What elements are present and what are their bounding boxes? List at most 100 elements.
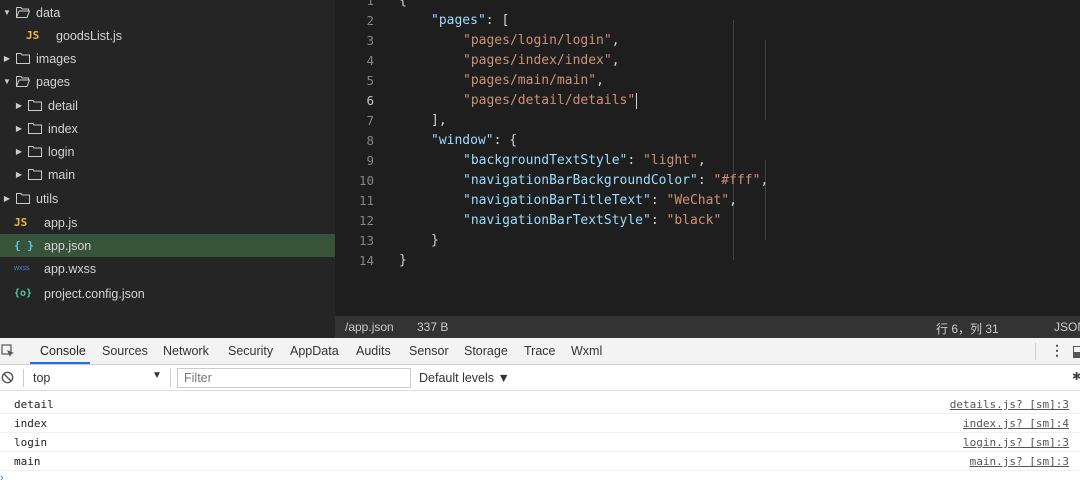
context-select[interactable]: top [33, 371, 50, 385]
json-punctuation: ], [431, 113, 447, 128]
tab-sources[interactable]: Sources [102, 344, 148, 358]
editor-status-bar: /app.json 337 B 行 6，列 31 JSON [335, 316, 1080, 338]
json-punctuation: : [650, 213, 667, 228]
code-line: 13} [335, 231, 1080, 251]
console-source-link[interactable]: details.js? [sm]:3 [950, 398, 1069, 411]
caret-right-icon[interactable]: ▶ [2, 194, 12, 203]
tree-item[interactable]: ▶ images [0, 47, 335, 70]
code-text: "pages/index/index", [463, 51, 620, 71]
more-options-icon[interactable]: ⋮ [1050, 342, 1064, 359]
filter-input[interactable] [177, 368, 411, 388]
json-string: "#fff" [713, 173, 761, 188]
filter-divider [170, 369, 171, 387]
caret-right-icon[interactable]: ▶ [14, 147, 24, 156]
tab-trace[interactable]: Trace [524, 344, 556, 358]
console-prompt-icon[interactable]: › [0, 472, 4, 484]
cfg-file-icon: {o} [14, 288, 33, 299]
tree-item[interactable]: { } app.json [0, 234, 335, 257]
tree-item[interactable]: ▶ detail [0, 94, 335, 117]
log-levels-dropdown[interactable]: Default levels ▼ [419, 371, 510, 385]
clear-console-icon[interactable] [1, 371, 14, 389]
status-file-size: 337 B [417, 320, 449, 334]
folder-open-icon [16, 7, 30, 18]
json-key: "navigationBarTextStyle" [463, 213, 651, 228]
code-text: "window": { [431, 131, 517, 151]
tab-sensor[interactable]: Sensor [409, 344, 449, 358]
code-line: 6 "pages/detail/details" [335, 91, 1080, 111]
tree-item[interactable]: JS goodsList.js [0, 24, 335, 47]
json-punctuation: } [399, 253, 407, 268]
tab-appdata[interactable]: AppData [290, 344, 339, 358]
json-key: "navigationBarTitleText" [463, 193, 651, 208]
json-punctuation: } [431, 233, 439, 248]
status-file-path: /app.json [345, 320, 394, 334]
tree-item[interactable]: {o} project.config.json [0, 282, 335, 305]
tab-network[interactable]: Network [163, 344, 209, 358]
dock-side-icon[interactable] [1073, 345, 1080, 363]
console-message-row: login login.js? [sm]:3 [0, 433, 1080, 452]
console-source-link[interactable]: main.js? [sm]:3 [970, 455, 1069, 468]
json-string: "WeChat" [666, 193, 730, 208]
code-text: "navigationBarTextStyle": "black" [463, 211, 721, 231]
json-punctuation: , [760, 173, 769, 188]
tree-item[interactable]: ▼ pages [0, 70, 335, 93]
tree-item[interactable]: ▶ utils [0, 187, 335, 210]
gear-icon[interactable]: ✱ [1072, 370, 1080, 383]
caret-right-icon[interactable]: ▶ [2, 54, 12, 63]
tree-item-label: utils [36, 191, 59, 206]
json-string: "black" [666, 213, 722, 228]
js-file-icon: JS [14, 216, 28, 229]
tab-audits[interactable]: Audits [356, 344, 391, 358]
folder-icon [28, 169, 42, 180]
code-text: "pages/main/main", [463, 71, 604, 91]
tree-item-label: goodsList.js [56, 28, 123, 43]
console-output: detail details.js? [sm]:3 index index.js? [… [0, 392, 1080, 484]
folder-icon [16, 53, 30, 64]
code-line: 5 "pages/main/main", [335, 71, 1080, 91]
code-text: "navigationBarBackgroundColor": "#fff", [463, 171, 768, 191]
chevron-down-icon[interactable]: ▼ [152, 370, 162, 381]
inspect-element-icon[interactable] [1, 344, 15, 363]
json-punctuation: , [596, 73, 604, 88]
caret-right-icon[interactable]: ▶ [14, 101, 24, 110]
json-string: "pages/login/login" [463, 33, 612, 48]
tab-wxml[interactable]: Wxml [571, 344, 602, 358]
js-file-icon: JS [26, 29, 40, 42]
tree-item[interactable]: ▶ main [0, 163, 335, 186]
console-filter-bar: top ▼ Default levels ▼ ✱ [0, 365, 1080, 391]
line-number: 5 [366, 73, 374, 88]
line-number: 3 [366, 33, 374, 48]
caret-right-icon[interactable]: ▶ [14, 124, 24, 133]
caret-down-icon[interactable]: ▼ [2, 8, 12, 17]
code-editor[interactable]: 1{2 "pages": [3 "pages/login/login", 4 "page… [335, 0, 1080, 316]
tab-storage[interactable]: Storage [464, 344, 508, 358]
console-source-link[interactable]: index.js? [sm]:4 [963, 417, 1069, 430]
line-number: 10 [358, 173, 374, 188]
json-punctuation: , [611, 53, 620, 68]
caret-down-icon[interactable]: ▼ [2, 77, 12, 86]
json-string: "pages/index/index" [463, 53, 612, 68]
tree-item[interactable]: wxss app.wxss [0, 257, 335, 280]
json-punctuation: : [697, 173, 714, 188]
code-text: ], [431, 111, 447, 131]
line-number: 8 [366, 133, 374, 148]
caret-right-icon[interactable]: ▶ [14, 170, 24, 179]
tree-item[interactable]: ▶ index [0, 117, 335, 140]
code-line: 9 "backgroundTextStyle": "light", [335, 151, 1080, 171]
tree-item[interactable]: JS app.js [0, 211, 335, 234]
code-text: } [431, 231, 439, 251]
line-number: 12 [358, 213, 374, 228]
line-number: 9 [366, 153, 374, 168]
code-text: } [399, 251, 407, 271]
tab-console[interactable]: Console [40, 344, 86, 358]
tab-security[interactable]: Security [228, 344, 273, 358]
line-number: 7 [366, 113, 374, 128]
tree-item[interactable]: ▶ login [0, 140, 335, 163]
tree-item-label: index [48, 121, 78, 136]
tree-item[interactable]: ▼ data [0, 1, 335, 24]
json-punctuation: : { [493, 133, 518, 148]
json-key: "window" [431, 133, 494, 148]
console-source-link[interactable]: login.js? [sm]:3 [963, 436, 1069, 449]
line-number: 13 [358, 233, 374, 248]
tree-item-label: detail [48, 98, 78, 113]
